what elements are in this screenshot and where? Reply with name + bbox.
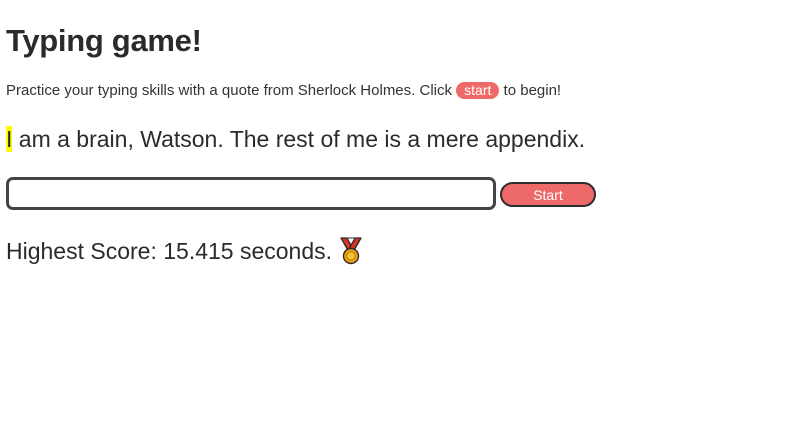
quote-remaining-text: am a brain, Watson. The rest of me is a … [12,126,586,152]
typing-input[interactable] [6,177,496,210]
page-title: Typing game! [6,23,202,58]
highest-score-text: Highest Score: 15.415 seconds. [6,238,333,264]
medal-icon [338,237,364,272]
instructions-text-before: Practice your typing skills with a quote… [6,82,457,99]
instructions-text-after: to begin! [499,82,562,99]
instructions: Practice your typing skills with a quote… [6,81,561,101]
start-button[interactable]: Start [500,182,596,207]
inline-start-badge: start [456,82,500,99]
quote: I am a brain, Watson. The rest of me is … [6,124,585,154]
highest-score: Highest Score: 15.415 seconds. [6,236,364,272]
